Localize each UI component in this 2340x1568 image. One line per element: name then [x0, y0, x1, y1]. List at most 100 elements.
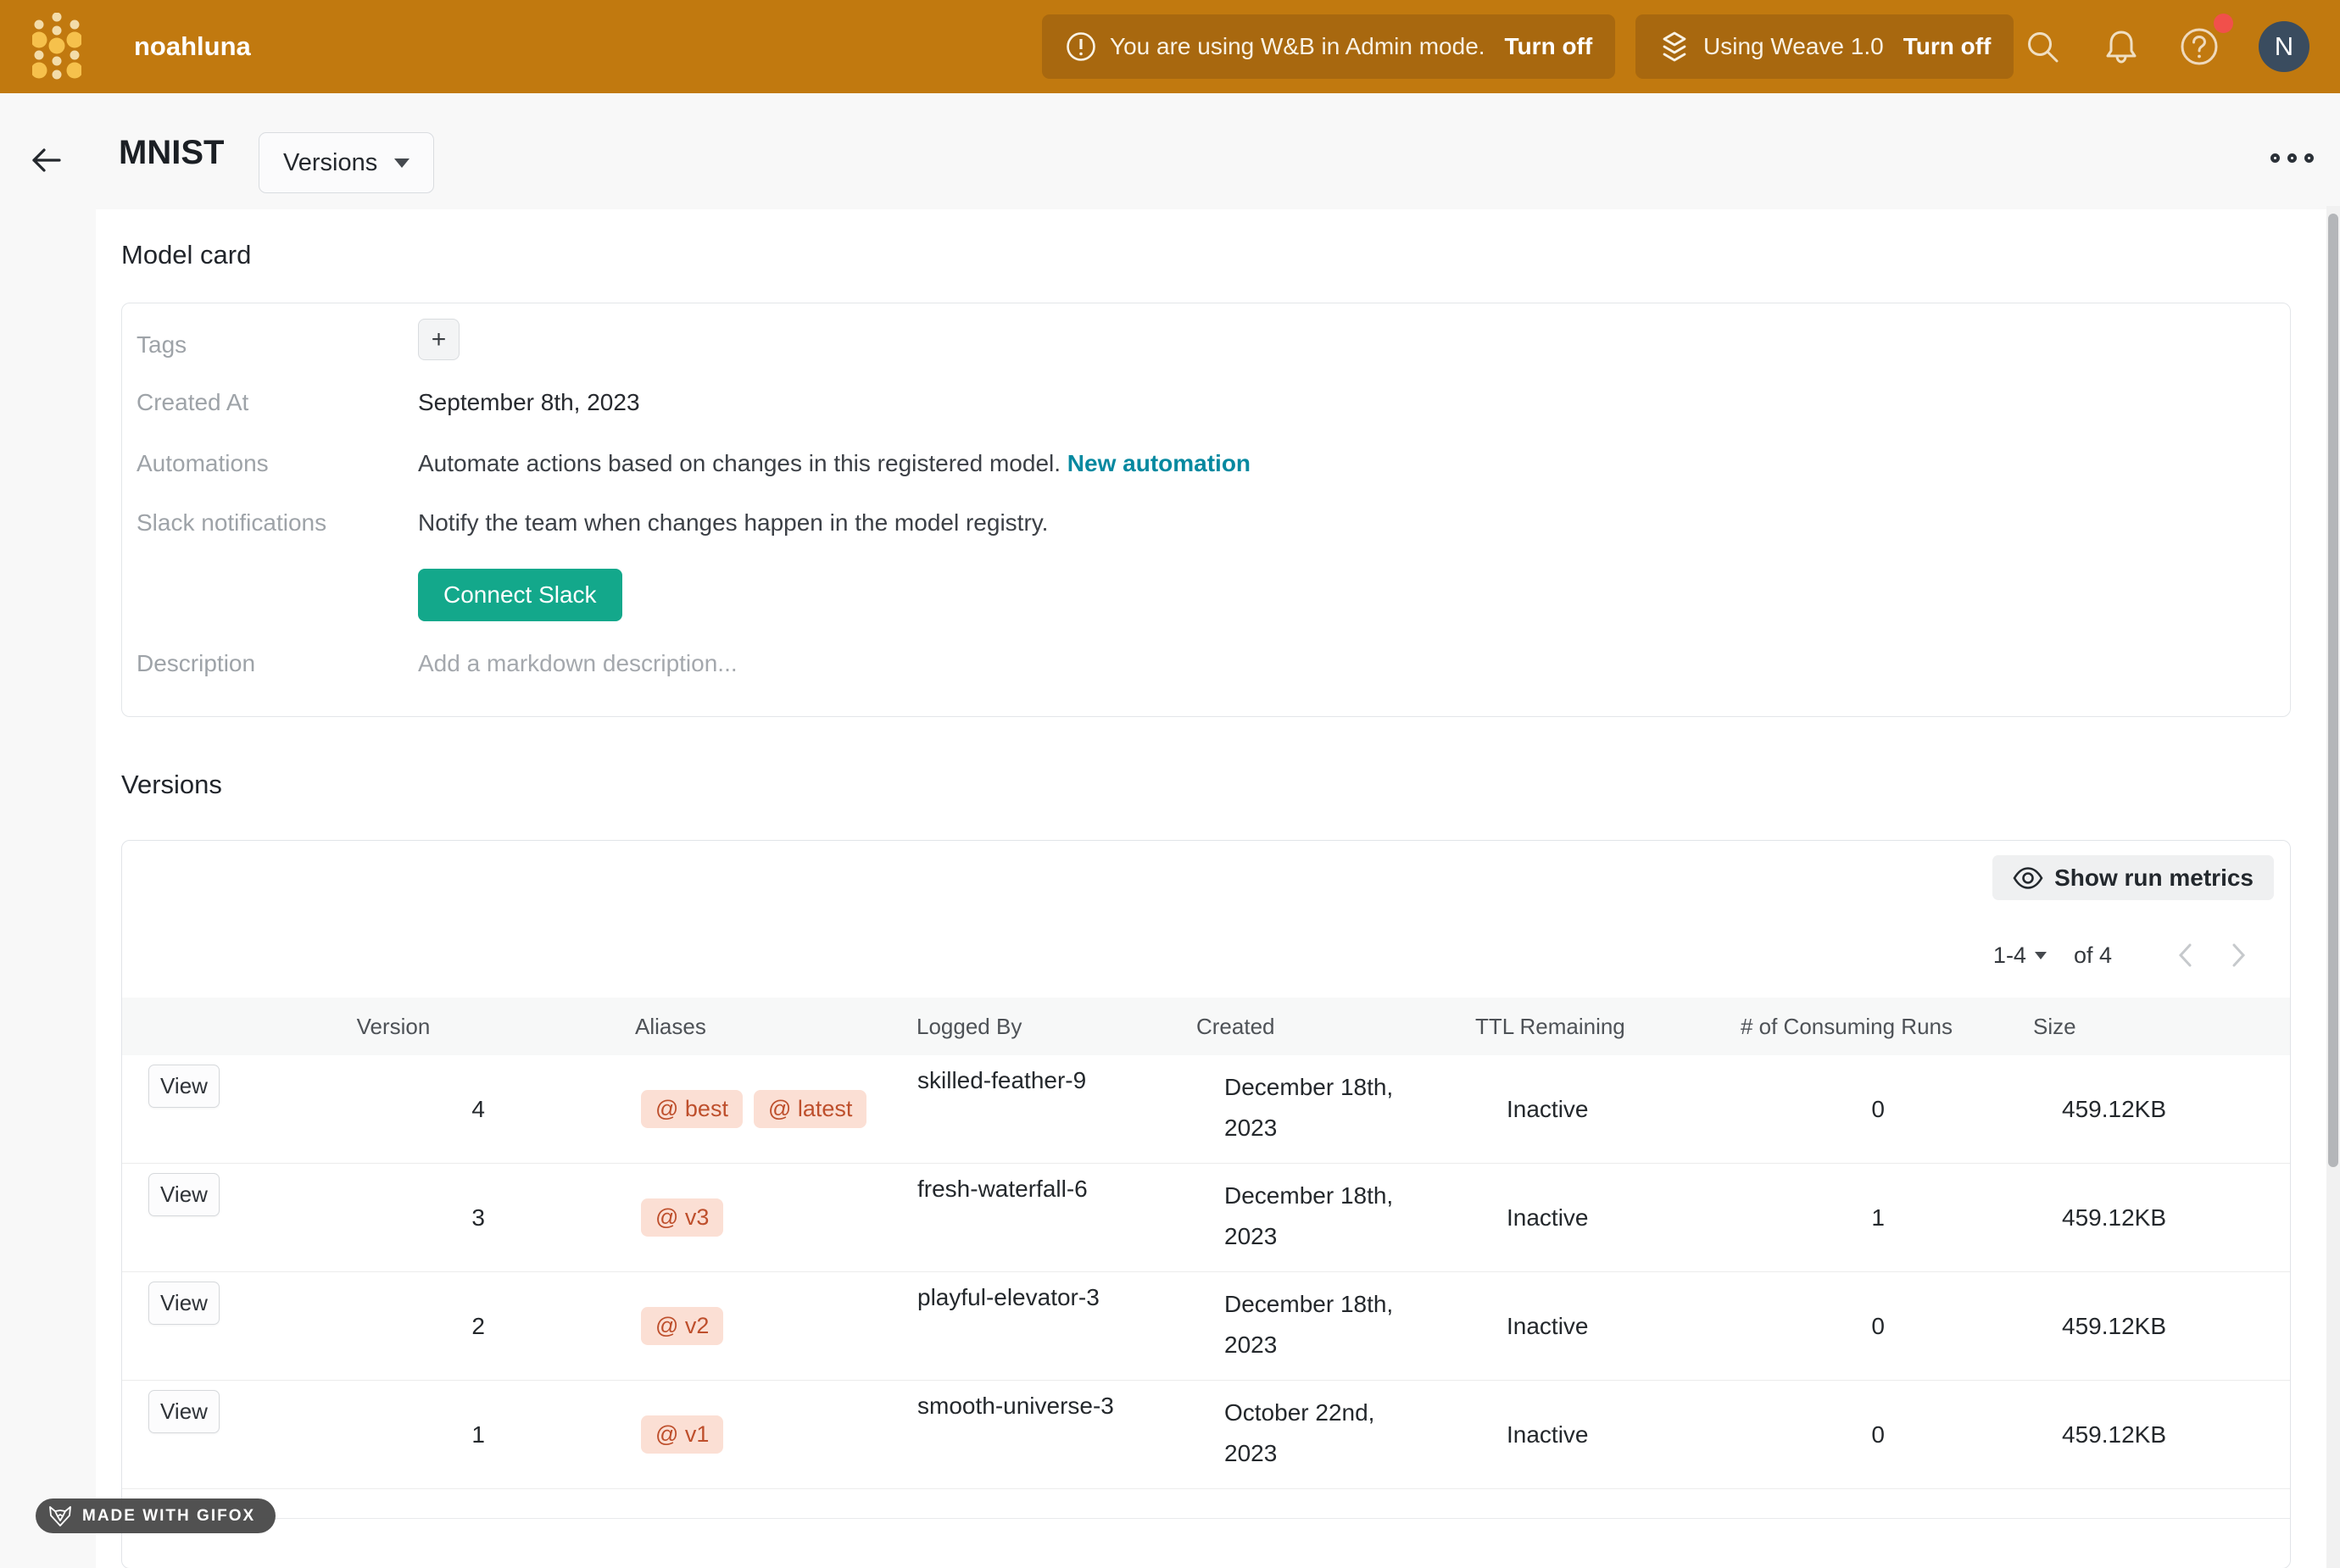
alias-chip[interactable]: @ v2	[641, 1307, 723, 1345]
description-label: Description	[136, 650, 255, 677]
notifications-bell-icon[interactable]	[2100, 25, 2142, 68]
aliases-cell: @ v3	[487, 1164, 900, 1271]
ttl-remaining-cell: Inactive	[1459, 1272, 1696, 1380]
user-avatar[interactable]: N	[2259, 21, 2309, 72]
admin-banner-text: You are using W&B in Admin mode.	[1110, 33, 1485, 60]
made-with-gifox-badge: MADE WITH GIFOX	[36, 1498, 276, 1533]
consuming-runs-cell: 0	[1696, 1055, 1968, 1163]
column-header-ttl-remaining: TTL Remaining	[1459, 1014, 1696, 1040]
view-version-button[interactable]: View	[148, 1173, 220, 1216]
tags-label: Tags	[136, 331, 187, 359]
alias-chip[interactable]: @ v3	[641, 1198, 723, 1237]
alert-circle-icon	[1065, 31, 1097, 63]
left-rail	[0, 209, 96, 1568]
chevron-down-icon	[2035, 952, 2047, 959]
description-placeholder[interactable]: Add a markdown description...	[418, 650, 738, 677]
page-title: MNIST	[119, 134, 224, 172]
created-at-label: Created At	[136, 389, 248, 416]
table-body: View 4 @ best@ latest skilled-feather-9 …	[122, 1055, 2290, 1489]
avatar-initial: N	[2275, 31, 2293, 62]
table-header-row: Version Aliases Logged By Created TTL Re…	[122, 998, 2290, 1055]
weave-turn-off-button[interactable]: Turn off	[1903, 33, 1992, 60]
weave-banner: Using Weave 1.0 Turn off	[1635, 14, 2014, 79]
eye-icon	[2013, 865, 2043, 891]
view-version-button[interactable]: View	[148, 1065, 220, 1108]
show-run-metrics-button[interactable]: Show run metrics	[1992, 855, 2274, 900]
table-row: View 4 @ best@ latest skilled-feather-9 …	[122, 1055, 2290, 1164]
view-version-button[interactable]: View	[148, 1282, 220, 1325]
column-header-version: Version	[300, 1014, 487, 1040]
created-cell: December 18th, 2023	[1196, 1055, 1459, 1163]
logged-by-cell[interactable]: smooth-universe-3	[900, 1381, 1196, 1488]
help-icon[interactable]	[2178, 25, 2220, 68]
table-pagination: 1-4 of 4	[1993, 934, 2246, 976]
column-header-created: Created	[1196, 1014, 1459, 1040]
prev-page-button[interactable]	[2178, 942, 2192, 968]
next-page-button[interactable]	[2231, 942, 2246, 968]
aliases-cell: @ v1	[487, 1381, 900, 1488]
consuming-runs-cell: 0	[1696, 1272, 1968, 1380]
column-header-aliases: Aliases	[487, 1014, 900, 1040]
admin-turn-off-button[interactable]: Turn off	[1505, 33, 1593, 60]
overflow-menu-button[interactable]	[2270, 153, 2314, 163]
current-user-name[interactable]: noahluna	[134, 0, 251, 93]
column-header-consuming-runs: # of Consuming Runs	[1696, 1014, 1968, 1040]
add-tag-button[interactable]: +	[418, 319, 460, 360]
size-cell: 459.12KB	[1968, 1381, 2291, 1488]
weave-layers-icon	[1658, 30, 1691, 64]
page-total-label: of 4	[2074, 942, 2112, 969]
page-range-selector[interactable]: 1-4	[1993, 942, 2047, 969]
automations-text: Automate actions based on changes in thi…	[418, 450, 1251, 477]
chevron-down-icon	[394, 158, 410, 168]
created-cell: December 18th, 2023	[1196, 1272, 1459, 1380]
slack-notifications-label: Slack notifications	[136, 509, 326, 537]
versions-section-title: Versions	[121, 770, 222, 800]
alias-chip[interactable]: @ v1	[641, 1415, 723, 1454]
model-card-panel: Tags + Created At September 8th, 2023 Au…	[121, 303, 2291, 717]
version-number-cell: 4	[300, 1055, 487, 1163]
column-header-logged-by: Logged By	[900, 1014, 1196, 1040]
app-window: noahluna You are using W&B in Admin mode…	[0, 0, 2340, 1568]
size-cell: 459.12KB	[1968, 1272, 2291, 1380]
slack-notifications-text: Notify the team when changes happen in t…	[418, 509, 1048, 537]
table-row: View 2 @ v2 playful-elevator-3 December …	[122, 1272, 2290, 1381]
table-row: View 3 @ v3 fresh-waterfall-6 December 1…	[122, 1164, 2290, 1272]
versions-dropdown[interactable]: Versions	[259, 132, 434, 193]
ttl-remaining-cell: Inactive	[1459, 1055, 1696, 1163]
back-arrow-button[interactable]	[28, 142, 64, 178]
weave-banner-text: Using Weave 1.0	[1703, 33, 1884, 60]
admin-mode-banner: You are using W&B in Admin mode. Turn of…	[1042, 14, 1615, 79]
column-header-size: Size	[1968, 1014, 2291, 1040]
new-automation-link[interactable]: New automation	[1067, 450, 1251, 476]
notification-dot-badge	[2214, 14, 2233, 33]
size-cell: 459.12KB	[1968, 1055, 2291, 1163]
model-card-section-title: Model card	[121, 240, 251, 270]
wandb-logo-icon[interactable]	[32, 13, 81, 81]
alias-chip[interactable]: @ best	[641, 1090, 743, 1128]
consuming-runs-cell: 1	[1696, 1164, 1968, 1271]
table-row: View 1 @ v1 smooth-universe-3 October 22…	[122, 1381, 2290, 1489]
version-number-cell: 1	[300, 1381, 487, 1488]
connect-slack-button[interactable]: Connect Slack	[418, 569, 622, 621]
ttl-remaining-cell: Inactive	[1459, 1381, 1696, 1488]
version-number-cell: 3	[300, 1164, 487, 1271]
version-number-cell: 2	[300, 1272, 487, 1380]
top-navbar: noahluna You are using W&B in Admin mode…	[0, 0, 2340, 93]
aliases-cell: @ v2	[487, 1272, 900, 1380]
logged-by-cell[interactable]: playful-elevator-3	[900, 1272, 1196, 1380]
search-icon[interactable]	[2021, 25, 2064, 68]
logged-by-cell[interactable]: fresh-waterfall-6	[900, 1164, 1196, 1271]
versions-table-panel: Show run metrics 1-4 of 4 Version Aliase…	[121, 840, 2291, 1568]
alias-chip[interactable]: @ latest	[754, 1090, 866, 1128]
scrollbar-thumb[interactable]	[2328, 214, 2338, 1167]
ttl-remaining-cell: Inactive	[1459, 1164, 1696, 1271]
table-footer-divider	[122, 1518, 2290, 1519]
automations-label: Automations	[136, 450, 269, 477]
aliases-cell: @ best @ latest	[487, 1055, 900, 1163]
consuming-runs-cell: 0	[1696, 1381, 1968, 1488]
created-cell: December 18th, 2023	[1196, 1164, 1459, 1271]
view-version-button[interactable]: View	[148, 1390, 220, 1433]
gifox-badge-text: MADE WITH GIFOX	[82, 1507, 255, 1526]
fox-icon	[47, 1504, 73, 1528]
logged-by-cell[interactable]: skilled-feather-9	[900, 1055, 1196, 1163]
